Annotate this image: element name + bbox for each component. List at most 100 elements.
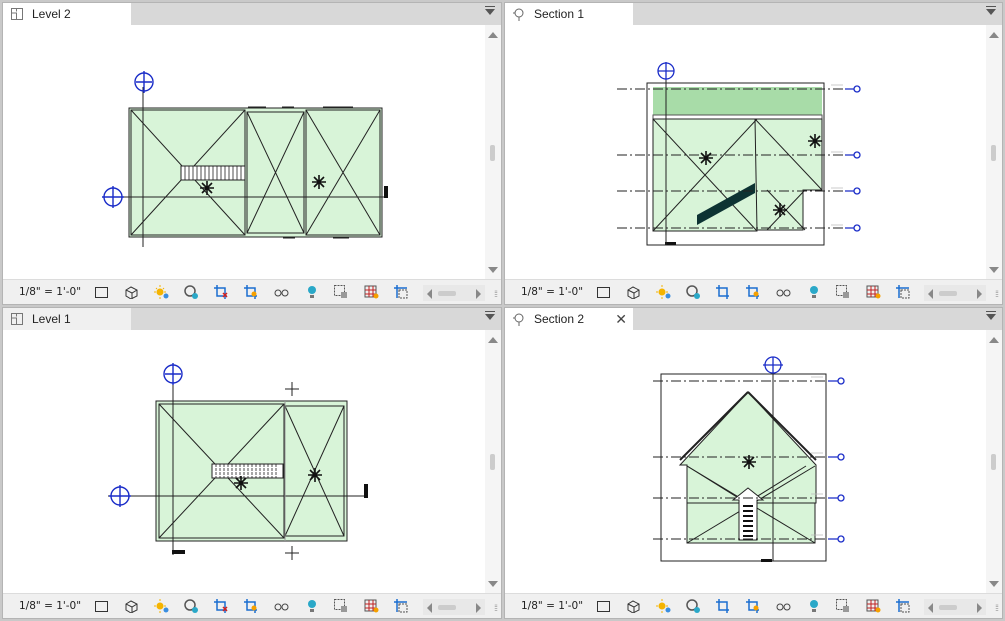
scroll-down-icon[interactable] — [989, 267, 999, 273]
view-scale[interactable]: 1/8" = 1'-0" — [3, 286, 93, 298]
scroll-thumb[interactable] — [490, 144, 495, 161]
scroll-right-icon[interactable] — [476, 289, 481, 299]
hscroll-thumb[interactable] — [939, 291, 957, 296]
view-scale[interactable]: 1/8" = 1'-0" — [505, 286, 595, 298]
tab-menu-button[interactable] — [485, 311, 495, 320]
shadows-icon[interactable] — [183, 599, 200, 614]
scroll-thumb[interactable] — [991, 144, 996, 161]
drawing-canvas[interactable] — [505, 25, 986, 280]
unlock-3d-view-icon[interactable] — [775, 599, 792, 614]
shadows-icon[interactable] — [685, 285, 702, 300]
unlock-3d-view-icon[interactable] — [775, 285, 792, 300]
detail-level-icon[interactable] — [595, 285, 612, 300]
horizontal-scrollbar[interactable] — [924, 285, 986, 301]
vertical-scrollbar[interactable] — [485, 25, 501, 280]
sun-path-icon[interactable] — [153, 285, 170, 300]
reveal-hidden-icon[interactable] — [835, 285, 852, 300]
scroll-down-icon[interactable] — [488, 267, 498, 273]
tab-menu-button[interactable] — [986, 311, 996, 320]
drawing-canvas[interactable] — [3, 330, 485, 594]
worksharing-display-icon[interactable] — [865, 285, 882, 300]
unlock-3d-view-icon[interactable] — [273, 285, 290, 300]
visual-style-icon[interactable] — [625, 599, 642, 614]
scroll-right-icon[interactable] — [476, 603, 481, 613]
vertical-scrollbar[interactable] — [986, 25, 1002, 280]
reveal-hidden-icon[interactable] — [835, 599, 852, 614]
highlight-displacement-icon[interactable] — [895, 599, 912, 614]
temporary-hide-icon[interactable] — [303, 285, 320, 300]
crop-view-icon[interactable] — [715, 599, 732, 614]
temporary-hide-icon[interactable] — [805, 599, 822, 614]
tab-level-1[interactable]: Level 1 — [3, 308, 131, 330]
tab-menu-button[interactable] — [986, 6, 996, 15]
highlight-displacement-icon[interactable] — [393, 599, 410, 614]
drawing-canvas[interactable] — [3, 25, 485, 280]
scroll-thumb[interactable] — [490, 454, 495, 470]
scroll-down-icon[interactable] — [989, 581, 999, 587]
horizontal-scrollbar[interactable] — [924, 599, 986, 615]
tab-level-2[interactable]: Level 2 — [3, 3, 131, 25]
temporary-hide-icon[interactable] — [805, 285, 822, 300]
view-pane-level-2: Level 2 1/8" = 1'-0" ⁞⁞ — [2, 2, 502, 305]
resize-grip-icon[interactable]: ⁞⁞ — [494, 603, 498, 613]
reveal-hidden-icon[interactable] — [333, 285, 350, 300]
worksharing-display-icon[interactable] — [865, 599, 882, 614]
sun-path-icon[interactable] — [153, 599, 170, 614]
visual-style-icon[interactable] — [123, 285, 140, 300]
reveal-hidden-icon[interactable] — [333, 599, 350, 614]
horizontal-scrollbar[interactable] — [423, 599, 485, 615]
crop-view-icon[interactable] — [715, 285, 732, 300]
scroll-up-icon[interactable] — [488, 32, 498, 38]
show-crop-region-icon[interactable] — [243, 285, 260, 300]
worksharing-display-icon[interactable] — [363, 599, 380, 614]
crop-view-icon[interactable] — [213, 285, 230, 300]
scroll-left-icon[interactable] — [427, 289, 432, 299]
sun-path-icon[interactable] — [655, 599, 672, 614]
horizontal-scrollbar[interactable] — [423, 285, 485, 301]
detail-level-icon[interactable] — [93, 285, 110, 300]
resize-grip-icon[interactable]: ⁞⁞ — [995, 289, 999, 299]
crop-view-icon[interactable] — [213, 599, 230, 614]
temporary-hide-icon[interactable] — [303, 599, 320, 614]
resize-grip-icon[interactable]: ⁞⁞ — [995, 603, 999, 613]
drawing-canvas[interactable] — [505, 330, 986, 594]
scroll-up-icon[interactable] — [488, 337, 498, 343]
scroll-right-icon[interactable] — [977, 289, 982, 299]
shadows-icon[interactable] — [183, 285, 200, 300]
scroll-thumb[interactable] — [991, 454, 996, 470]
detail-level-icon[interactable] — [595, 599, 612, 614]
highlight-displacement-icon[interactable] — [393, 285, 410, 300]
highlight-displacement-icon[interactable] — [895, 285, 912, 300]
shadows-icon[interactable] — [685, 599, 702, 614]
detail-level-icon[interactable] — [93, 599, 110, 614]
scroll-down-icon[interactable] — [488, 581, 498, 587]
vertical-scrollbar[interactable] — [986, 330, 1002, 594]
vertical-scrollbar[interactable] — [485, 330, 501, 594]
close-tab-icon[interactable]: ✕ — [615, 311, 627, 328]
hscroll-thumb[interactable] — [939, 605, 957, 610]
tab-section-2[interactable]: Section 2 ✕ — [505, 308, 633, 330]
scroll-up-icon[interactable] — [989, 32, 999, 38]
show-crop-region-icon[interactable] — [243, 599, 260, 614]
scroll-left-icon[interactable] — [427, 603, 432, 613]
scroll-left-icon[interactable] — [928, 289, 933, 299]
hscroll-thumb[interactable] — [438, 291, 456, 296]
sun-path-icon[interactable] — [655, 285, 672, 300]
scroll-right-icon[interactable] — [977, 603, 982, 613]
resize-grip-icon[interactable]: ⁞⁞ — [494, 289, 498, 299]
worksharing-display-icon[interactable] — [363, 285, 380, 300]
show-crop-region-icon[interactable] — [745, 599, 762, 614]
unlock-3d-view-icon[interactable] — [273, 599, 290, 614]
level-2-plan-drawing — [102, 71, 388, 247]
scroll-up-icon[interactable] — [989, 337, 999, 343]
visual-style-icon[interactable] — [625, 285, 642, 300]
show-crop-region-icon[interactable] — [745, 285, 762, 300]
tab-title: Section 1 — [534, 7, 585, 21]
tab-menu-button[interactable] — [485, 6, 495, 15]
view-scale[interactable]: 1/8" = 1'-0" — [3, 600, 93, 612]
scroll-left-icon[interactable] — [928, 603, 933, 613]
tab-section-1[interactable]: Section 1 — [505, 3, 633, 25]
hscroll-thumb[interactable] — [438, 605, 456, 610]
view-scale[interactable]: 1/8" = 1'-0" — [505, 600, 595, 612]
visual-style-icon[interactable] — [123, 599, 140, 614]
